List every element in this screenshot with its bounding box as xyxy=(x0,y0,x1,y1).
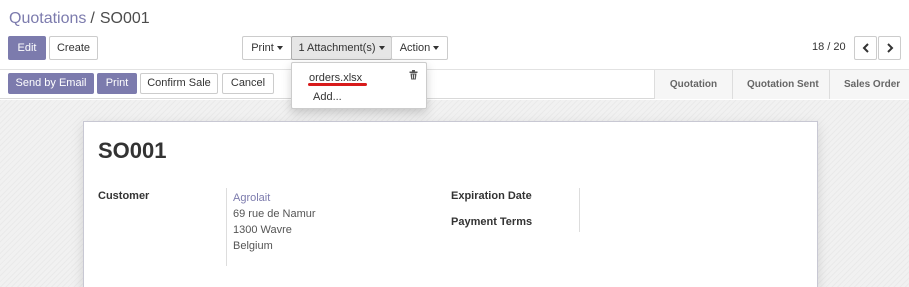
add-attachment-item[interactable]: Add... xyxy=(313,91,342,103)
create-button[interactable]: Create xyxy=(49,36,98,60)
pager-value[interactable]: 18 / 20 xyxy=(812,41,846,53)
cancel-button[interactable]: Cancel xyxy=(222,73,274,94)
pager-previous-button[interactable] xyxy=(854,36,877,60)
print-dropdown-label: Print xyxy=(251,42,274,54)
caret-down-icon xyxy=(276,45,283,50)
send-by-email-button[interactable]: Send by Email xyxy=(8,73,94,94)
status-stages: Quotation Quotation Sent Sales Order xyxy=(654,70,909,99)
field-divider xyxy=(226,188,227,266)
delete-attachment-button[interactable] xyxy=(409,70,418,83)
action-dropdown-label: Action xyxy=(399,42,431,54)
stage-quotation[interactable]: Quotation xyxy=(654,70,732,99)
payment-terms-label: Payment Terms xyxy=(451,216,533,228)
print-dropdown-button[interactable]: Print xyxy=(242,36,292,60)
caret-down-icon xyxy=(433,45,440,50)
customer-label: Customer xyxy=(98,190,150,202)
address-country: Belgium xyxy=(233,240,273,252)
attachments-dropdown-menu: orders.xlsx Add... xyxy=(291,62,427,109)
confirm-sale-button[interactable]: Confirm Sale xyxy=(140,73,218,94)
customer-address: Agrolait 69 rue de Namur 1300 Wavre Belg… xyxy=(233,190,316,254)
breadcrumb-parent-link[interactable]: Quotations xyxy=(9,10,86,27)
document-title: SO001 xyxy=(98,138,167,163)
caret-down-icon xyxy=(378,45,385,50)
edit-button[interactable]: Edit xyxy=(8,36,46,60)
stage-quotation-sent[interactable]: Quotation Sent xyxy=(732,70,829,99)
print-button[interactable]: Print xyxy=(97,73,137,94)
chevron-right-icon xyxy=(886,43,893,53)
breadcrumb-current: SO001 xyxy=(99,10,150,27)
field-divider xyxy=(579,188,580,232)
address-line-2: 1300 Wavre xyxy=(233,224,292,236)
form-sheet: SO001 Customer Agrolait 69 rue de Namur … xyxy=(83,121,818,287)
statusbar: Send by Email Print Confirm Sale Cancel … xyxy=(0,70,909,99)
customer-name-link[interactable]: Agrolait xyxy=(233,190,316,206)
attachments-dropdown-label: 1 Attachment(s) xyxy=(298,42,376,54)
highlight-underline xyxy=(308,83,367,86)
expiration-date-label: Expiration Date xyxy=(451,190,532,202)
breadcrumb: Quotations / SO001 xyxy=(9,10,150,28)
attachments-dropdown-button[interactable]: 1 Attachment(s) xyxy=(291,36,392,60)
control-panel: Quotations / SO001 Edit Create Print 1 Att… xyxy=(0,0,909,70)
trash-icon xyxy=(409,70,418,80)
address-line-1: 69 rue de Namur xyxy=(233,208,316,220)
stage-sales-order[interactable]: Sales Order xyxy=(829,70,909,99)
chevron-left-icon xyxy=(862,43,869,53)
breadcrumb-separator: / xyxy=(90,10,95,27)
pager-next-button[interactable] xyxy=(878,36,901,60)
action-dropdown-button[interactable]: Action xyxy=(391,36,448,60)
